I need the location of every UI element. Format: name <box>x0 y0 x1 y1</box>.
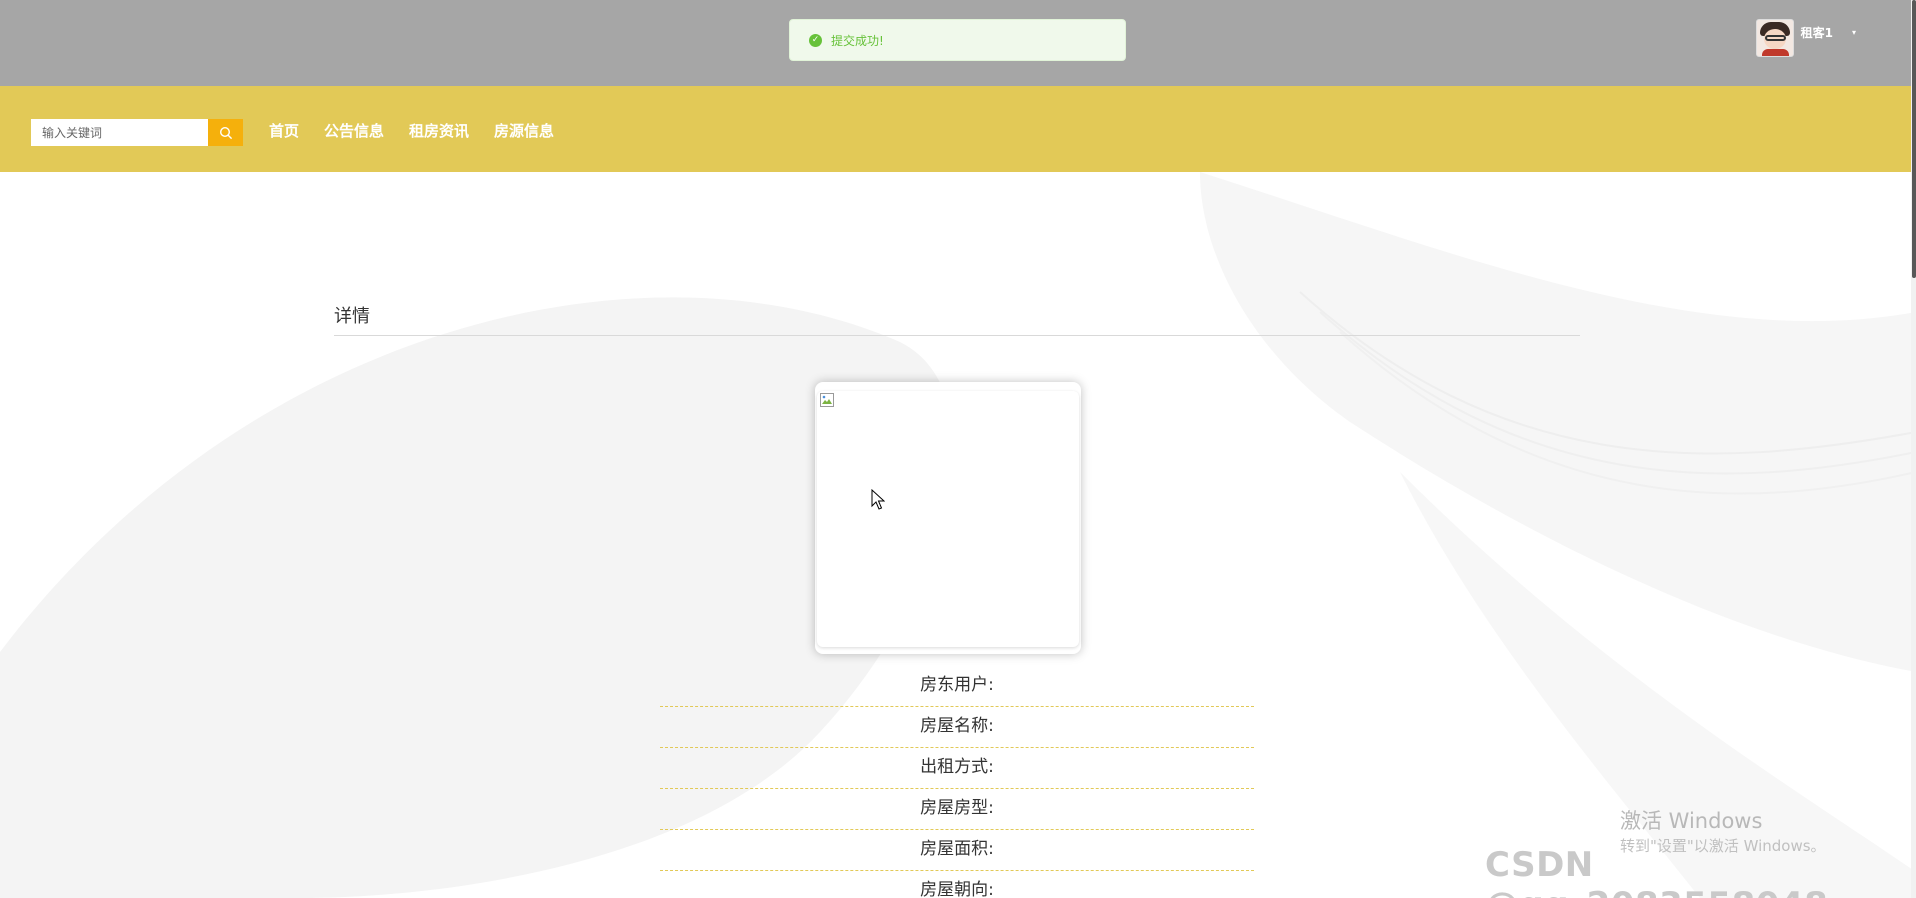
field-house-layout: 房屋房型: <box>660 789 1254 830</box>
nav-item-rental-news[interactable]: 租房资讯 <box>409 120 469 141</box>
nav-item-listings[interactable]: 房源信息 <box>494 120 554 141</box>
page-scrollbar[interactable] <box>1911 0 1916 898</box>
mouse-cursor-icon <box>871 489 885 510</box>
user-name[interactable]: 租客1 <box>1801 24 1833 41</box>
main-nav: 首页 公告信息 租房资讯 房源信息 <box>269 120 579 141</box>
field-house-orientation: 房屋朝向: <box>660 871 1254 898</box>
house-image <box>817 391 1079 647</box>
nav-item-home[interactable]: 首页 <box>269 120 299 141</box>
search-icon <box>219 126 232 139</box>
user-menu[interactable]: 租客1 ▾ <box>1755 18 1856 58</box>
success-toast: ✓ 提交成功! <box>789 19 1126 61</box>
field-label: 房屋面积: <box>920 839 994 859</box>
field-rental-type: 出租方式: <box>660 748 1254 789</box>
field-label: 出租方式: <box>920 757 994 777</box>
field-label: 房屋房型: <box>920 798 994 818</box>
nav-bar: 首页 公告信息 租房资讯 房源信息 <box>0 86 1916 172</box>
csdn-watermark: CSDN @qq_2083558048 <box>1485 845 1828 898</box>
title-divider <box>334 335 1580 336</box>
search-button[interactable] <box>208 119 243 146</box>
house-image-card <box>815 382 1081 654</box>
scrollbar-thumb[interactable] <box>1912 0 1916 278</box>
broken-image-icon <box>820 393 834 407</box>
avatar[interactable] <box>1755 19 1794 57</box>
nav-item-announcements[interactable]: 公告信息 <box>324 120 384 141</box>
field-house-area: 房屋面积: <box>660 830 1254 871</box>
field-label: 房东用户: <box>920 675 994 695</box>
search-input[interactable] <box>31 119 208 146</box>
field-house-name: 房屋名称: <box>660 707 1254 748</box>
field-label: 房屋朝向: <box>920 880 994 898</box>
search-box <box>31 119 243 146</box>
check-circle-icon: ✓ <box>809 33 822 47</box>
chevron-down-icon[interactable]: ▾ <box>1852 28 1856 37</box>
field-label: 房屋名称: <box>920 716 994 736</box>
page-title: 详情 <box>334 306 370 327</box>
toast-message: 提交成功! <box>831 33 884 48</box>
top-bar: ✓ 提交成功! 租客1 ▾ <box>0 0 1916 86</box>
field-landlord-user: 房东用户: <box>660 666 1254 707</box>
windows-activation-title: 激活 Windows <box>1620 809 1763 833</box>
